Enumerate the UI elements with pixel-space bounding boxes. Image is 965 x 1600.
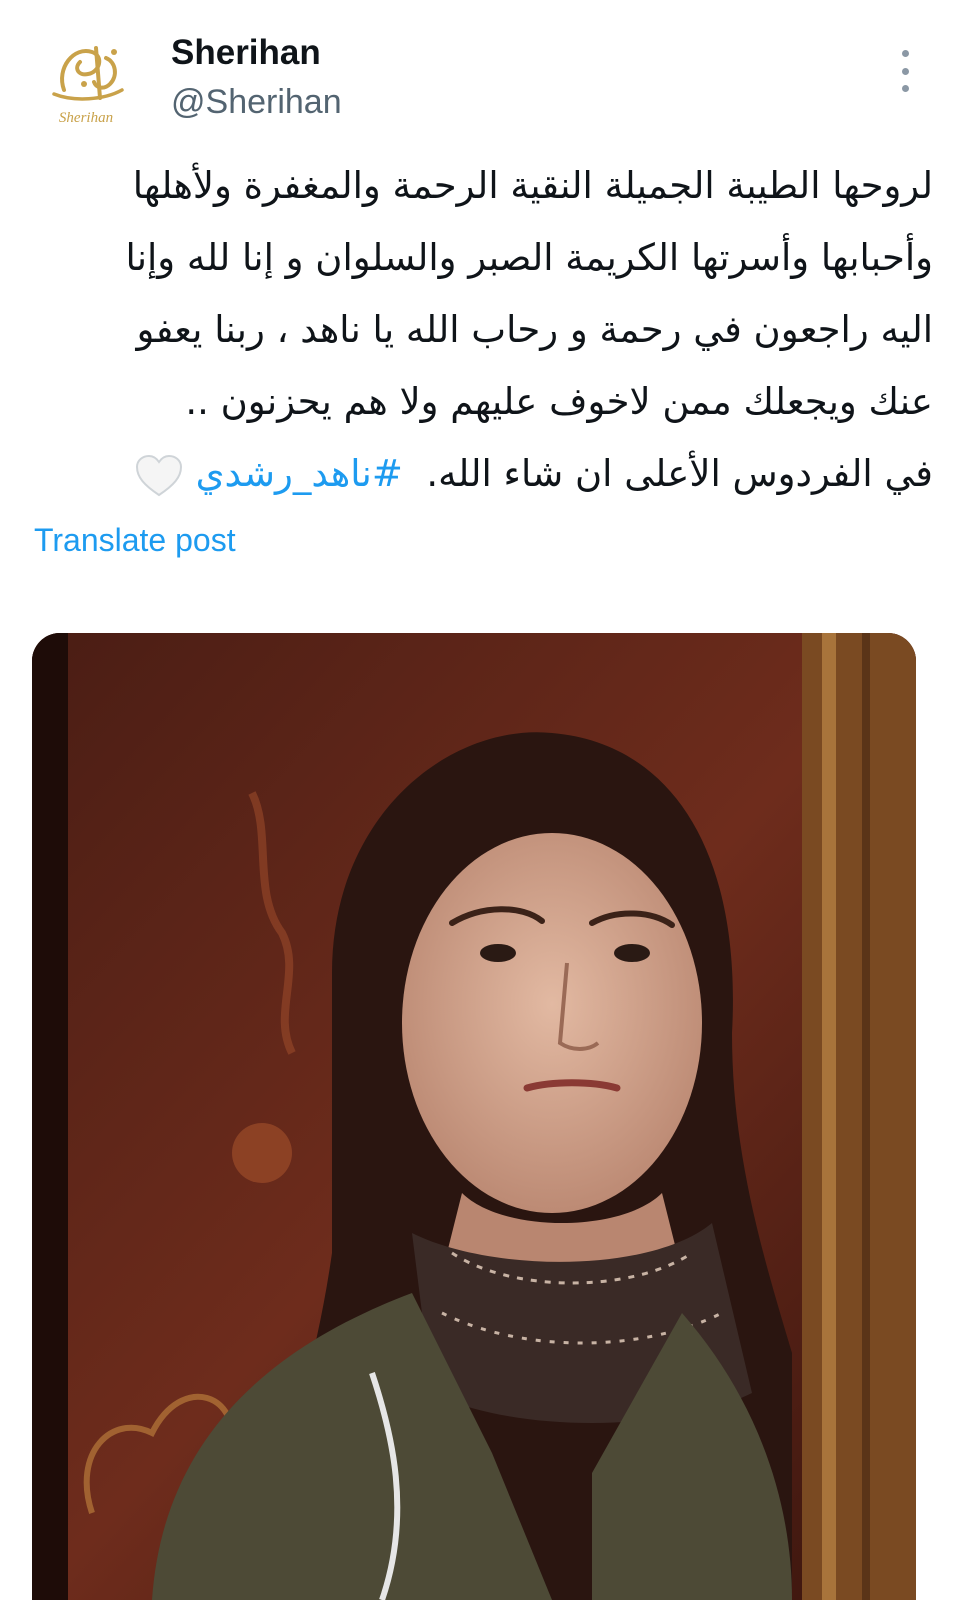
post-text-line: عنك ويجعلك ممن لاخوف عليهم ولا هم يحزنون… — [185, 380, 933, 423]
post-text-segment: في الفردوس الأعلى ان شاء الله. — [426, 452, 933, 495]
avatar-logo-text: Sherihan — [59, 110, 113, 126]
more-options-icon[interactable] — [890, 50, 920, 92]
post-text-line: وأحبابها وأسرتها الكريمة الصبر والسلوان … — [125, 236, 933, 279]
post-text: لروحها الطيبة الجميلة النقية الرحمة والم… — [40, 150, 933, 510]
translate-post-link[interactable]: Translate post — [34, 520, 236, 560]
white-heart-icon — [134, 453, 184, 499]
post-text-line: لروحها الطيبة الجميلة النقية الرحمة والم… — [132, 164, 933, 207]
post-text-line: اليه راجعون في رحمة و رحاب الله يا ناهد … — [136, 308, 933, 351]
portrait-photo — [32, 633, 916, 1600]
hashtag-link[interactable]: #ناهد_رشدي — [196, 452, 403, 495]
post-header: Sherihan Sherihan @Sherihan — [0, 0, 965, 140]
post-photo[interactable] — [32, 633, 916, 1600]
dot — [901, 85, 909, 92]
user-avatar[interactable]: Sherihan — [34, 28, 138, 132]
user-handle[interactable]: @Sherihan — [171, 82, 342, 122]
post-text-last-line: في الفردوس الأعلى ان شاء الله. #ناهد_رشد… — [40, 438, 933, 510]
dot — [901, 50, 909, 57]
sherihan-logo-icon: Sherihan — [52, 46, 124, 126]
display-name[interactable]: Sherihan — [171, 33, 321, 73]
dot — [901, 67, 909, 75]
